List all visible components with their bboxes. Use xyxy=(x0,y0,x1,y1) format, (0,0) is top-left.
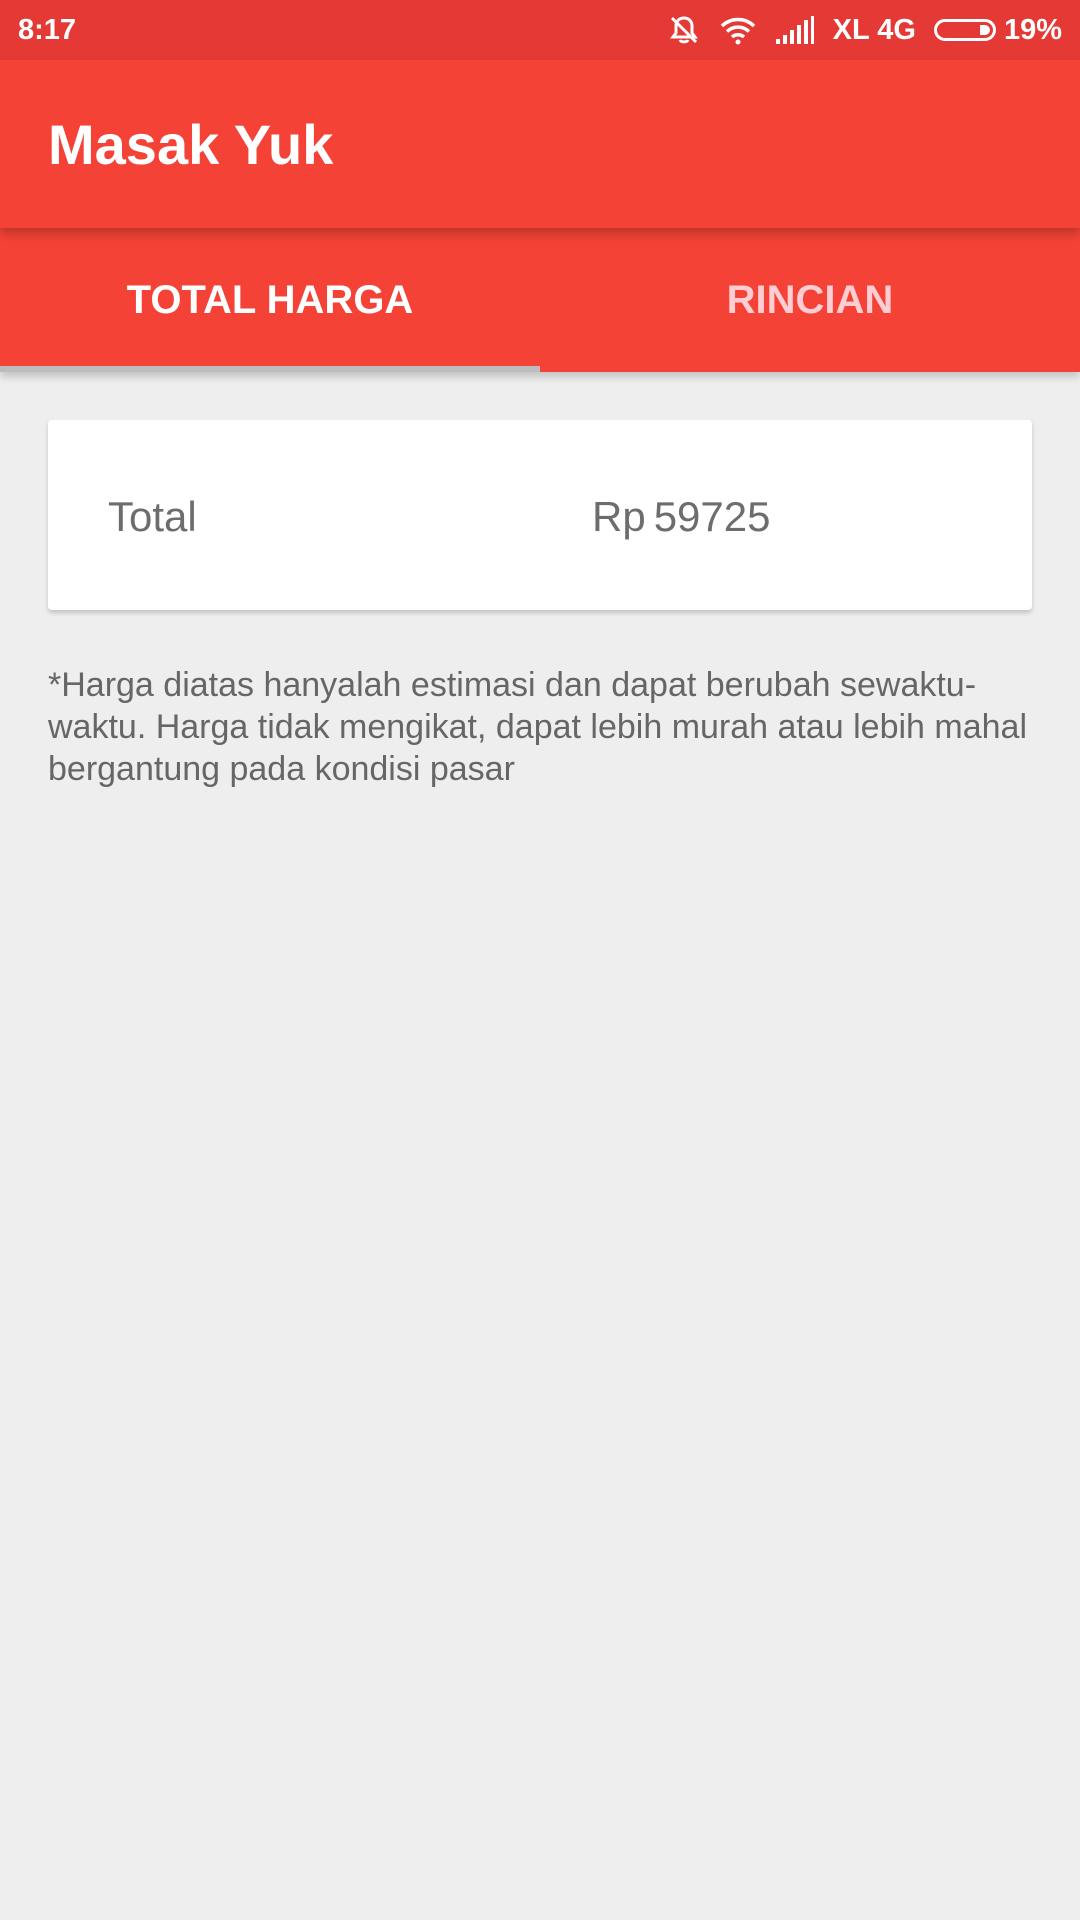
battery-icon xyxy=(933,19,996,41)
app-title: Masak Yuk xyxy=(48,113,334,176)
status-icons: XL 4G 19% xyxy=(667,13,1062,47)
wifi-icon xyxy=(719,15,757,45)
price-disclaimer: *Harga diatas hanyalah estimasi dan dapa… xyxy=(48,666,1028,788)
total-card: Total Rp 59725 xyxy=(48,420,1032,610)
tab-total-harga[interactable]: TOTAL HARGA xyxy=(0,228,540,372)
tab-rincian[interactable]: RINCIAN xyxy=(540,228,1080,372)
battery-percent: 19% xyxy=(1003,13,1062,46)
currency-label: Rp xyxy=(592,493,646,540)
battery-indicator: 19% xyxy=(933,13,1062,47)
tab-total-harga-label: TOTAL HARGA xyxy=(126,277,414,322)
total-price: Rp 59725 xyxy=(592,493,771,541)
tab-bar: TOTAL HARGA RINCIAN xyxy=(0,228,1080,372)
mute-icon xyxy=(667,13,701,47)
network-label: XL 4G xyxy=(832,13,916,46)
total-label: Total xyxy=(108,493,197,540)
signal-icon xyxy=(775,15,815,45)
tab-rincian-label: RINCIAN xyxy=(726,277,894,322)
status-bar: 8:17 XL 4G 19% xyxy=(0,0,1080,60)
total-amount: 59725 xyxy=(653,493,771,540)
tab-selected-indicator xyxy=(0,366,540,372)
status-time: 8:17 xyxy=(18,13,77,46)
app-bar: Masak Yuk xyxy=(0,60,1080,228)
